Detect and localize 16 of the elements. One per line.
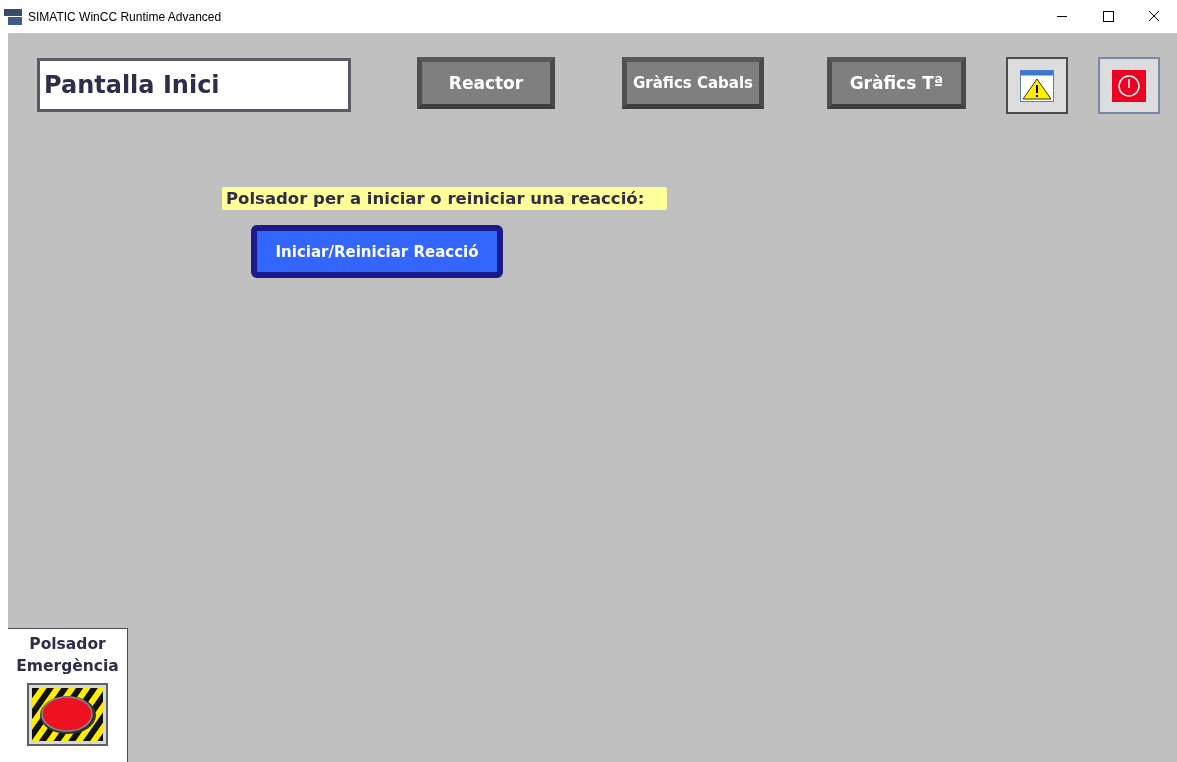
nav-button[interactable]: Gràfics Cabals [622,57,764,109]
mushroom-stop-button-icon [32,688,103,741]
start-reaction-button[interactable]: Iniciar/Reiniciar Reacció [251,225,503,278]
power-icon [1112,69,1146,102]
emergency-stop-button[interactable] [27,683,108,746]
nav-button[interactable]: Gràfics Tª [827,57,966,109]
exit-button[interactable] [1098,57,1160,114]
nav-button[interactable]: Reactor [417,57,555,109]
emergency-label: Polsador [28,634,107,655]
app-logo-icon [4,8,22,25]
window-title: SIMATIC WinCC Runtime Advanced [28,9,223,24]
emergency-label: Emergència [16,656,119,677]
instruction-label: Polsador per a iniciar o reiniciar una reacció: [222,187,667,210]
warning-window-icon [1020,69,1054,102]
alarm-window-button[interactable] [1006,57,1068,114]
screen-title-field: Pantalla Inici [37,58,351,112]
